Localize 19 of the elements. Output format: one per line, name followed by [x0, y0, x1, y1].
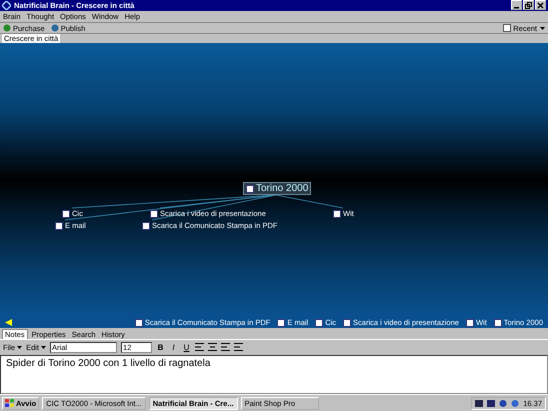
back-arrow-icon[interactable]	[5, 319, 12, 326]
tray-icons-drawing	[475, 398, 520, 408]
caret-icon	[17, 346, 22, 349]
globe-icon	[50, 24, 59, 32]
align-icon[interactable]	[221, 343, 230, 352]
central-thought[interactable]: Torino 2000	[243, 182, 312, 196]
windows-logo-icon	[5, 399, 14, 408]
format-button[interactable]: U	[182, 342, 192, 352]
align-icon[interactable]	[195, 343, 204, 352]
align-icon[interactable]	[208, 343, 218, 352]
format-button[interactable]: I	[169, 342, 178, 352]
format-button[interactable]: B	[156, 342, 166, 352]
notes-field[interactable]: Spider di Torino 2000 con 1 livello di ragnatela	[0, 354, 548, 394]
diamond-icon	[2, 0, 11, 10]
caret-icon	[41, 346, 46, 349]
checkbox-icon	[503, 24, 512, 32]
align-icon[interactable]	[234, 343, 244, 352]
globe-icon	[3, 24, 11, 32]
caret-icon	[540, 26, 545, 30]
